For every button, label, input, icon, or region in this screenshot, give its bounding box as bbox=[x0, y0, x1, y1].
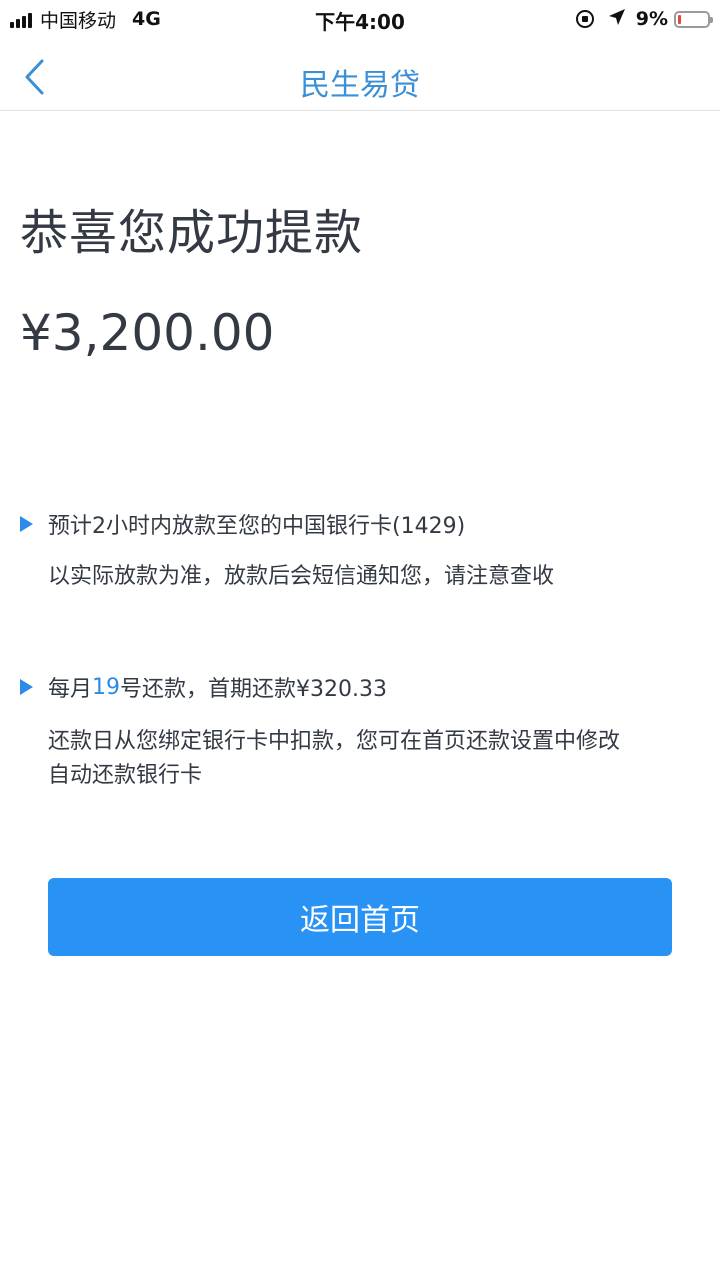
repayment-note: 还款日从您绑定银行卡中扣款，您可在首页还款设置中修改 自动还款银行卡 bbox=[48, 725, 700, 793]
repayment-prefix: 每月 bbox=[48, 677, 93, 702]
disbursement-text: 预计2小时内放款至您的中国银行卡(1429) bbox=[48, 514, 466, 539]
triangle-bullet-icon bbox=[20, 516, 33, 532]
nav-bar: 民生易贷 bbox=[0, 40, 720, 111]
status-right: 9% bbox=[575, 7, 713, 31]
withdraw-amount: ¥3,200.00 bbox=[20, 304, 275, 362]
rotation-lock-icon bbox=[575, 10, 594, 28]
page-title: 民生易贷 bbox=[300, 68, 420, 103]
repayment-day: 19 bbox=[92, 674, 121, 700]
repayment-suffix: 号还款，首期还款¥320.33 bbox=[120, 677, 387, 702]
battery-percent: 9% bbox=[635, 8, 668, 30]
status-bar: 中国移动 4G 下午4:00 9% bbox=[0, 0, 720, 40]
repayment-line: 每月 19 号还款，首期还款¥320.33 bbox=[20, 671, 700, 703]
disbursement-info: 预计2小时内放款至您的中国银行卡(1429) 以实际放款为准，放款后会短信通知您… bbox=[20, 508, 700, 594]
disbursement-line: 预计2小时内放款至您的中国银行卡(1429) bbox=[20, 508, 700, 540]
location-arrow-icon bbox=[608, 7, 626, 31]
return-home-button[interactable]: 返回首页 bbox=[48, 878, 672, 956]
repayment-note-line-1: 还款日从您绑定银行卡中扣款，您可在首页还款设置中修改 bbox=[48, 729, 621, 754]
battery-icon bbox=[674, 10, 713, 28]
repayment-note-line-2: 自动还款银行卡 bbox=[48, 763, 203, 788]
triangle-bullet-icon bbox=[20, 679, 33, 695]
repayment-info: 每月 19 号还款，首期还款¥320.33 还款日从您绑定银行卡中扣款，您可在首页还… bbox=[20, 671, 700, 793]
success-headline: 恭喜您成功提款 bbox=[20, 205, 364, 261]
disbursement-note: 以实际放款为准，放款后会短信通知您，请注意查收 bbox=[48, 564, 555, 589]
